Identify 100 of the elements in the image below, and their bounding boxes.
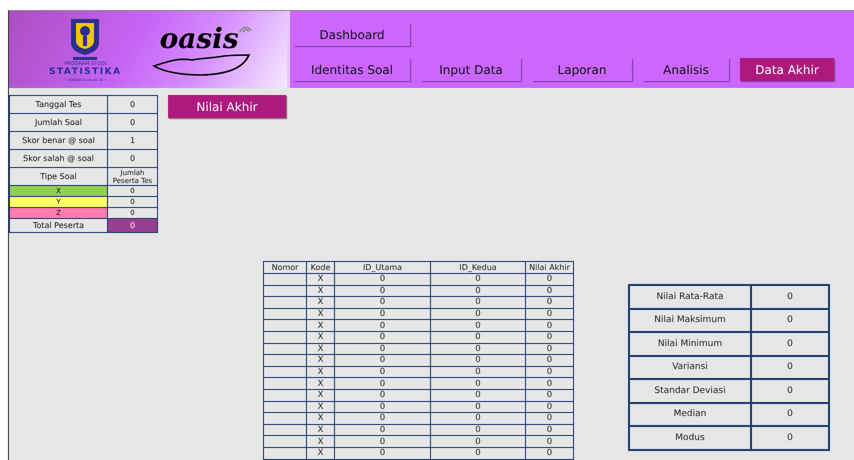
nav-tab[interactable]: Laporan (532, 58, 632, 81)
app-logo-text: oasis (160, 24, 239, 54)
table-cell: 0 (752, 333, 828, 354)
table-cell: X (307, 378, 334, 389)
nav-tab[interactable]: Input Data (421, 58, 521, 81)
table-cell: 0 (335, 355, 430, 366)
table-cell (264, 297, 306, 308)
table-cell: 0 (526, 320, 573, 331)
table-cell (264, 390, 306, 401)
table-cell (264, 355, 306, 366)
dashboard-button[interactable]: Dashboard (294, 23, 410, 46)
total-cell: 0 (108, 219, 157, 232)
table-cell: X (307, 413, 334, 424)
table-cell: 0 (431, 355, 525, 366)
table-cell: 0 (431, 274, 525, 285)
table-cell: Tanggal Tes (10, 96, 107, 113)
table-cell: 0 (431, 402, 525, 412)
table-cell: 0 (431, 308, 525, 320)
table-cell: Nilai Minimum (630, 333, 750, 354)
table-cell: 0 (335, 402, 430, 412)
table-cell: 0 (431, 390, 525, 401)
table-cell: 0 (335, 286, 430, 296)
table-cell (264, 366, 306, 378)
table-cell: 1 (108, 132, 157, 149)
table-cell (264, 274, 306, 285)
table-cell: 0 (526, 344, 573, 354)
column-header: Nomor (264, 262, 306, 273)
table-cell: X (307, 366, 334, 378)
table-cell: X (307, 402, 334, 412)
table-cell: 0 (335, 344, 430, 354)
table-cell: 0 (526, 378, 573, 389)
nav-tab[interactable]: Identitas Soal (294, 58, 410, 81)
table-cell: X (307, 274, 334, 285)
table-cell: 0 (526, 286, 573, 296)
table-cell: 0 (431, 320, 525, 331)
table-cell: 0 (752, 286, 828, 308)
column-header: Kode (307, 262, 334, 273)
table-cell: 0 (431, 286, 525, 296)
table-cell: X (307, 344, 334, 354)
table-cell: 0 (752, 427, 828, 448)
table-cell: 0 (108, 150, 157, 167)
table-cell: Skor salah @ soal (10, 150, 107, 167)
table-cell: 0 (335, 390, 430, 401)
table-cell (264, 308, 306, 320)
table-cell: 0 (108, 114, 157, 131)
table-cell: 0 (526, 448, 573, 458)
table-cell (264, 436, 306, 447)
table-cell: X (307, 424, 334, 436)
nav-tab[interactable]: Analisis (643, 58, 729, 81)
nav-tab[interactable]: Data Akhir (740, 58, 834, 81)
table-cell: 0 (526, 274, 573, 285)
table-cell: 0 (431, 448, 525, 458)
table-cell: X (307, 332, 334, 343)
table-cell: 0 (526, 424, 573, 436)
table-cell: 0 (335, 413, 430, 424)
table-cell: 0 (752, 404, 828, 425)
table-cell: 0 (431, 366, 525, 378)
table-cell: Modus (630, 427, 750, 448)
table-cell: 0 (108, 96, 157, 113)
table-cell: 0 (335, 274, 430, 285)
table-cell: 0 (526, 308, 573, 320)
table-cell: Standar Deviasi (630, 380, 750, 402)
table-cell: 0 (752, 380, 828, 402)
table-cell (264, 378, 306, 389)
column-header: ID_Kedua (431, 262, 525, 273)
table-cell: Median (630, 404, 750, 425)
table-cell: Nilai Maksimum (630, 310, 750, 331)
table-cell: X (307, 297, 334, 308)
table-cell: 0 (335, 448, 430, 458)
table-cell (264, 344, 306, 354)
table-cell: 0 (335, 378, 430, 389)
table-cell: 0 (335, 297, 430, 308)
table-cell: 0 (335, 320, 430, 331)
table-cell: X (307, 355, 334, 366)
table-cell: 0 (335, 436, 430, 447)
table-cell: Jumlah Soal (10, 114, 107, 131)
nilai-akhir-button[interactable]: Nilai Akhir (168, 95, 286, 118)
column-header: ID_Utama (335, 262, 430, 273)
table-cell: 0 (335, 308, 430, 320)
table-cell: 0 (431, 297, 525, 308)
table-cell (264, 320, 306, 331)
table-cell: 0 (431, 436, 525, 447)
table-cell: 0 (526, 355, 573, 366)
table-cell: Nilai Rata-Rata (630, 286, 750, 308)
department-label: STATISTIKA (49, 67, 122, 77)
table-cell: 0 (526, 402, 573, 412)
table-cell (264, 424, 306, 436)
column-header: Nilai Akhir (526, 262, 573, 273)
table-cell: 0 (526, 390, 573, 401)
table-cell: 0 (431, 424, 525, 436)
table-cell: 0 (431, 378, 525, 389)
table-cell: X (307, 436, 334, 447)
table-cell: X (307, 308, 334, 320)
table-cell: 0 (526, 297, 573, 308)
table-cell: Variansi (630, 356, 750, 378)
table-cell (264, 332, 306, 343)
table-cell: 0 (335, 366, 430, 378)
signal-arc-icon (238, 24, 252, 34)
table-cell: Skor benar @ soal (10, 132, 107, 149)
table-cell: X (307, 286, 334, 296)
